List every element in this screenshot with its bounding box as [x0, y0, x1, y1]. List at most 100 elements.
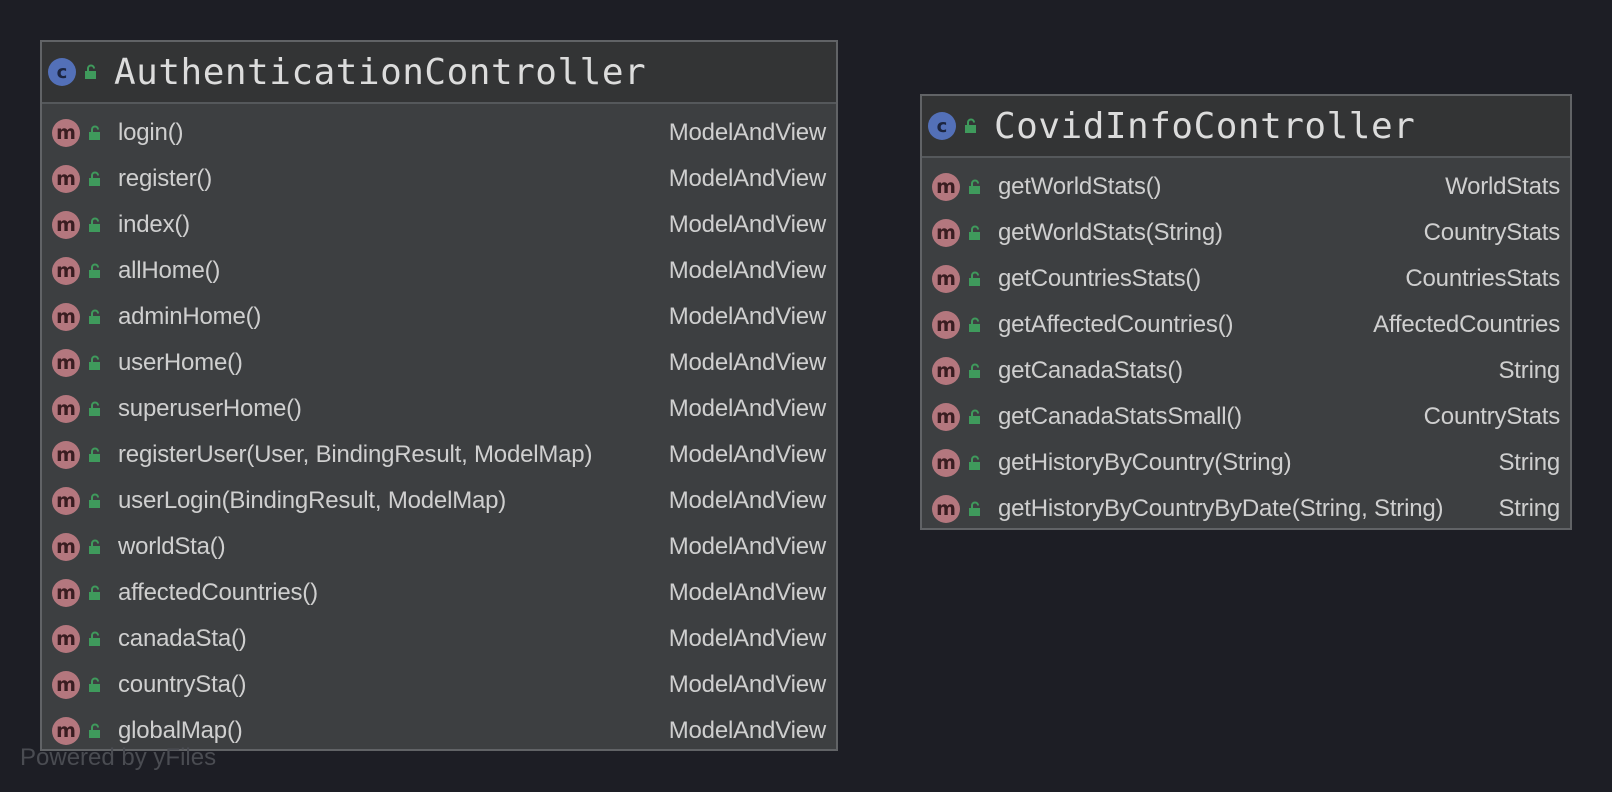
method-row[interactable]: m superuserHome() ModelAndView: [42, 386, 836, 432]
method-name: getCountriesStats(): [998, 265, 1201, 292]
method-icon: m: [52, 487, 80, 515]
member-list: m getWorldStats() WorldStats m getWorldStats…: [922, 158, 1570, 532]
return-type: String: [1498, 495, 1561, 522]
return-type: String: [1498, 449, 1561, 476]
class-icon: c: [48, 58, 76, 86]
public-lock-icon: [86, 583, 104, 603]
class-box-covid-info-controller[interactable]: c CovidInfoController m getWorldStats() Wo…: [920, 94, 1572, 530]
method-icon: m: [52, 441, 80, 469]
method-icon: m: [932, 219, 960, 247]
method-icon: m: [932, 403, 960, 431]
public-lock-icon: [966, 361, 984, 381]
public-lock-icon: [86, 399, 104, 419]
return-type: ModelAndView: [668, 165, 826, 192]
public-lock-icon: [966, 269, 984, 289]
method-icon: m: [52, 395, 80, 423]
return-type: CountriesStats: [1405, 265, 1560, 292]
method-name: affectedCountries(): [118, 579, 318, 606]
return-type: ModelAndView: [668, 211, 826, 238]
method-name: worldSta(): [118, 533, 226, 560]
method-row[interactable]: m canadaSta() ModelAndView: [42, 616, 836, 662]
class-name: CovidInfoController: [994, 105, 1416, 147]
class-box-authentication-controller[interactable]: c AuthenticationController m login() Model…: [40, 40, 838, 751]
public-lock-icon: [86, 721, 104, 741]
public-lock-icon: [86, 169, 104, 189]
return-type: ModelAndView: [668, 349, 826, 376]
method-row[interactable]: m registerUser(User, BindingResult, Model…: [42, 432, 836, 478]
return-type: ModelAndView: [668, 303, 826, 330]
return-type: CountryStats: [1423, 219, 1561, 246]
method-row[interactable]: m register() ModelAndView: [42, 156, 836, 202]
method-icon: m: [932, 495, 960, 523]
class-name: AuthenticationController: [114, 51, 647, 93]
method-name: userHome(): [118, 349, 243, 376]
method-row[interactable]: m allHome() ModelAndView: [42, 248, 836, 294]
public-lock-icon: [962, 116, 980, 136]
return-type: ModelAndView: [668, 671, 826, 698]
method-row[interactable]: m getCanadaStats() String: [922, 348, 1570, 394]
method-row[interactable]: m getAffectedCountries() AffectedCountries: [922, 302, 1570, 348]
return-type: ModelAndView: [668, 441, 826, 468]
return-type: ModelAndView: [668, 395, 826, 422]
public-lock-icon: [86, 307, 104, 327]
class-icon: c: [928, 112, 956, 140]
method-row[interactable]: m index() ModelAndView: [42, 202, 836, 248]
method-row[interactable]: m getWorldStats() WorldStats: [922, 164, 1570, 210]
return-type: ModelAndView: [668, 533, 826, 560]
yfiles-watermark: Powered by yFiles: [20, 744, 217, 771]
method-icon: m: [52, 625, 80, 653]
method-row[interactable]: m userLogin(BindingResult, ModelMap) Model…: [42, 478, 836, 524]
method-row[interactable]: m adminHome() ModelAndView: [42, 294, 836, 340]
method-name: getCanadaStats(): [998, 357, 1183, 384]
return-type: CountryStats: [1423, 403, 1561, 430]
method-name: getWorldStats(String): [998, 219, 1223, 246]
return-type: ModelAndView: [668, 717, 826, 744]
method-icon: m: [52, 579, 80, 607]
method-name: index(): [118, 211, 190, 238]
method-icon: m: [52, 165, 80, 193]
method-name: globalMap(): [118, 717, 243, 744]
class-header[interactable]: c AuthenticationController: [42, 42, 836, 104]
class-header[interactable]: c CovidInfoController: [922, 96, 1570, 158]
method-row[interactable]: m getCanadaStatsSmall() CountryStats: [922, 394, 1570, 440]
return-type: ModelAndView: [668, 625, 826, 652]
return-type: ModelAndView: [668, 119, 826, 146]
public-lock-icon: [86, 445, 104, 465]
method-icon: m: [932, 265, 960, 293]
public-lock-icon: [82, 62, 100, 82]
method-row[interactable]: m affectedCountries() ModelAndView: [42, 570, 836, 616]
public-lock-icon: [86, 261, 104, 281]
method-row[interactable]: m getCountriesStats() CountriesStats: [922, 256, 1570, 302]
method-name: register(): [118, 165, 213, 192]
public-lock-icon: [966, 499, 984, 519]
return-type: AffectedCountries: [1373, 311, 1560, 338]
public-lock-icon: [966, 315, 984, 335]
method-icon: m: [932, 311, 960, 339]
method-icon: m: [52, 349, 80, 377]
return-type: ModelAndView: [668, 487, 826, 514]
method-row[interactable]: m userHome() ModelAndView: [42, 340, 836, 386]
method-name: getAffectedCountries(): [998, 311, 1234, 338]
method-icon: m: [932, 357, 960, 385]
method-icon: m: [52, 303, 80, 331]
method-row[interactable]: m getWorldStats(String) CountryStats: [922, 210, 1570, 256]
method-icon: m: [52, 671, 80, 699]
public-lock-icon: [86, 491, 104, 511]
method-icon: m: [932, 449, 960, 477]
method-row[interactable]: m login() ModelAndView: [42, 110, 836, 156]
method-icon: m: [52, 211, 80, 239]
public-lock-icon: [86, 537, 104, 557]
method-name: registerUser(User, BindingResult, ModelM…: [118, 441, 593, 468]
method-icon: m: [52, 119, 80, 147]
method-row[interactable]: m getHistoryByCountryByDate(String, Strin…: [922, 486, 1570, 532]
method-name: adminHome(): [118, 303, 262, 330]
method-icon: m: [52, 257, 80, 285]
return-type: ModelAndView: [668, 257, 826, 284]
method-row[interactable]: m countrySta() ModelAndView: [42, 662, 836, 708]
return-type: WorldStats: [1445, 173, 1560, 200]
method-icon: m: [52, 533, 80, 561]
method-row[interactable]: m getHistoryByCountry(String) String: [922, 440, 1570, 486]
return-type: String: [1498, 357, 1561, 384]
public-lock-icon: [86, 629, 104, 649]
method-row[interactable]: m worldSta() ModelAndView: [42, 524, 836, 570]
